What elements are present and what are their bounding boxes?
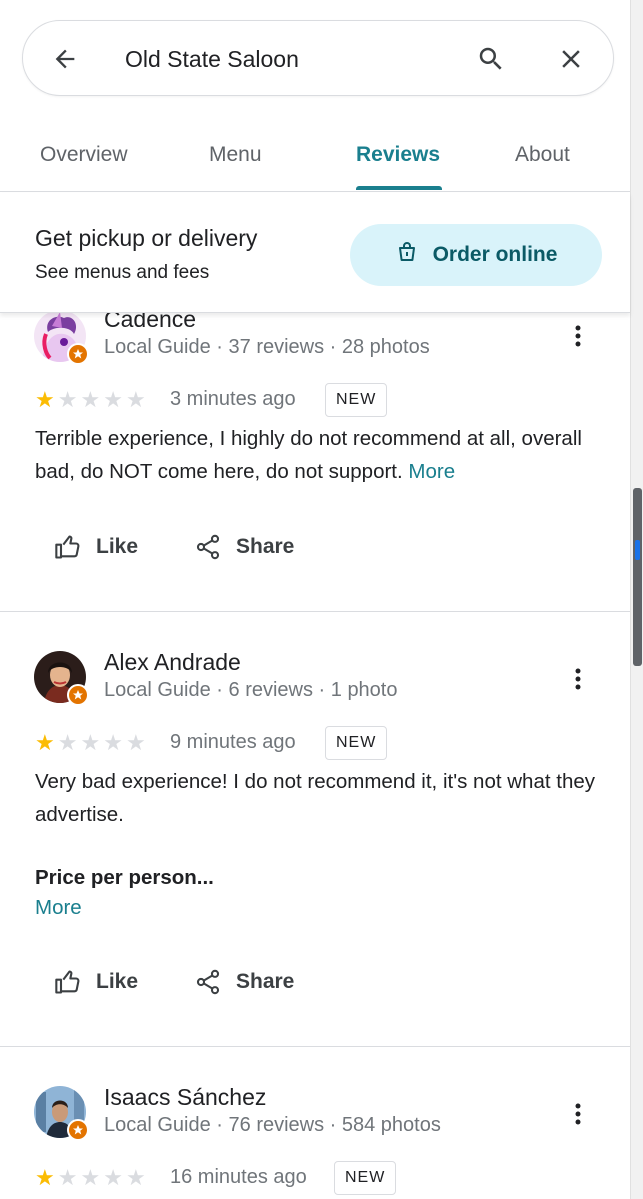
star-empty-icon: ★ bbox=[57, 730, 78, 755]
star-rating: ★ ★ ★ ★ ★ bbox=[35, 732, 146, 754]
reviewer-name[interactable]: Isaacs Sánchez bbox=[104, 1084, 266, 1111]
back-arrow-icon[interactable] bbox=[49, 43, 81, 75]
top-bar: Old State Saloon bbox=[0, 0, 630, 120]
share-button[interactable]: Share bbox=[194, 968, 294, 996]
star-filled-icon: ★ bbox=[35, 1165, 55, 1190]
reviewer-name[interactable]: Alex Andrade bbox=[104, 649, 241, 676]
thumbs-up-icon bbox=[55, 970, 80, 994]
avatar[interactable] bbox=[34, 1086, 89, 1141]
local-guide-badge-icon bbox=[67, 1119, 89, 1141]
order-subtitle: See menus and fees bbox=[35, 262, 210, 283]
scroll-indicator bbox=[635, 540, 640, 560]
like-label: Like bbox=[96, 970, 139, 993]
star-empty-icon: ★ bbox=[80, 387, 101, 412]
star-empty-icon: ★ bbox=[103, 387, 123, 412]
more-options-icon[interactable] bbox=[566, 1102, 590, 1126]
order-online-label: Order online bbox=[432, 243, 558, 266]
star-empty-icon: ★ bbox=[103, 730, 123, 755]
star-empty-icon: ★ bbox=[57, 1165, 78, 1190]
scrollbar[interactable] bbox=[630, 0, 643, 1199]
review-body: Terrible experience, I highly do not rec… bbox=[35, 427, 582, 483]
share-icon bbox=[196, 534, 220, 560]
review-text: Very bad experience! I do not recommend … bbox=[35, 770, 595, 826]
new-badge: NEW bbox=[325, 383, 388, 417]
like-button[interactable]: Like bbox=[54, 533, 138, 561]
avatar[interactable] bbox=[34, 310, 89, 365]
local-guide-badge-icon bbox=[67, 684, 89, 706]
order-banner: Get pickup or delivery See menus and fee… bbox=[0, 193, 630, 313]
tab-overview[interactable]: Overview bbox=[40, 142, 128, 168]
tab-about[interactable]: About bbox=[515, 142, 570, 168]
star-rating: ★ ★ ★ ★ ★ bbox=[35, 1167, 146, 1189]
shopping-bag-icon bbox=[395, 240, 419, 270]
star-empty-icon: ★ bbox=[80, 730, 101, 755]
thumbs-up-icon bbox=[55, 535, 80, 559]
reviewer-meta: Local Guide · 37 reviews · 28 photos bbox=[104, 336, 430, 358]
review-time: 9 minutes ago bbox=[170, 731, 296, 753]
share-icon bbox=[196, 969, 220, 995]
search-box[interactable]: Old State Saloon bbox=[22, 20, 614, 96]
like-button[interactable]: Like bbox=[54, 968, 138, 996]
more-link[interactable]: More bbox=[408, 460, 455, 483]
more-options-icon[interactable] bbox=[566, 324, 590, 348]
star-empty-icon: ★ bbox=[125, 730, 146, 755]
star-filled-icon: ★ bbox=[35, 730, 55, 755]
price-per-person: Price per person... bbox=[35, 866, 214, 889]
more-options-icon[interactable] bbox=[566, 667, 590, 691]
star-empty-icon: ★ bbox=[57, 387, 78, 412]
tab-menu[interactable]: Menu bbox=[209, 142, 262, 168]
review-time: 3 minutes ago bbox=[170, 388, 296, 410]
like-label: Like bbox=[96, 535, 139, 558]
star-filled-icon: ★ bbox=[35, 387, 55, 412]
review-time: 16 minutes ago bbox=[170, 1166, 307, 1188]
review-divider bbox=[0, 1046, 630, 1047]
search-input[interactable]: Old State Saloon bbox=[125, 43, 299, 75]
search-icon[interactable] bbox=[473, 41, 509, 77]
close-icon[interactable] bbox=[553, 41, 589, 77]
order-title: Get pickup or delivery bbox=[35, 225, 258, 251]
star-empty-icon: ★ bbox=[80, 1165, 101, 1190]
share-label: Share bbox=[236, 970, 295, 993]
review-text: Terrible experience, I highly do not rec… bbox=[35, 422, 595, 488]
reviewer-meta: Local Guide · 76 reviews · 584 photos bbox=[104, 1114, 441, 1136]
more-link[interactable]: More bbox=[35, 896, 82, 920]
star-empty-icon: ★ bbox=[103, 1165, 123, 1190]
star-empty-icon: ★ bbox=[125, 1165, 146, 1190]
order-online-button[interactable]: Order online bbox=[350, 224, 602, 286]
place-tabs: Overview Menu Reviews About bbox=[0, 120, 630, 192]
share-button[interactable]: Share bbox=[194, 533, 294, 561]
local-guide-badge-icon bbox=[67, 343, 89, 365]
scrollbar-thumb[interactable] bbox=[633, 488, 642, 666]
reviewer-meta: Local Guide · 6 reviews · 1 photo bbox=[104, 679, 398, 701]
share-label: Share bbox=[236, 535, 295, 558]
active-tab-indicator bbox=[356, 186, 442, 190]
star-empty-icon: ★ bbox=[125, 387, 146, 412]
new-badge: NEW bbox=[325, 726, 388, 760]
review-divider bbox=[0, 611, 630, 612]
tab-reviews[interactable]: Reviews bbox=[356, 142, 440, 168]
avatar[interactable] bbox=[34, 651, 89, 706]
new-badge: NEW bbox=[334, 1161, 397, 1195]
star-rating: ★ ★ ★ ★ ★ bbox=[35, 389, 146, 411]
